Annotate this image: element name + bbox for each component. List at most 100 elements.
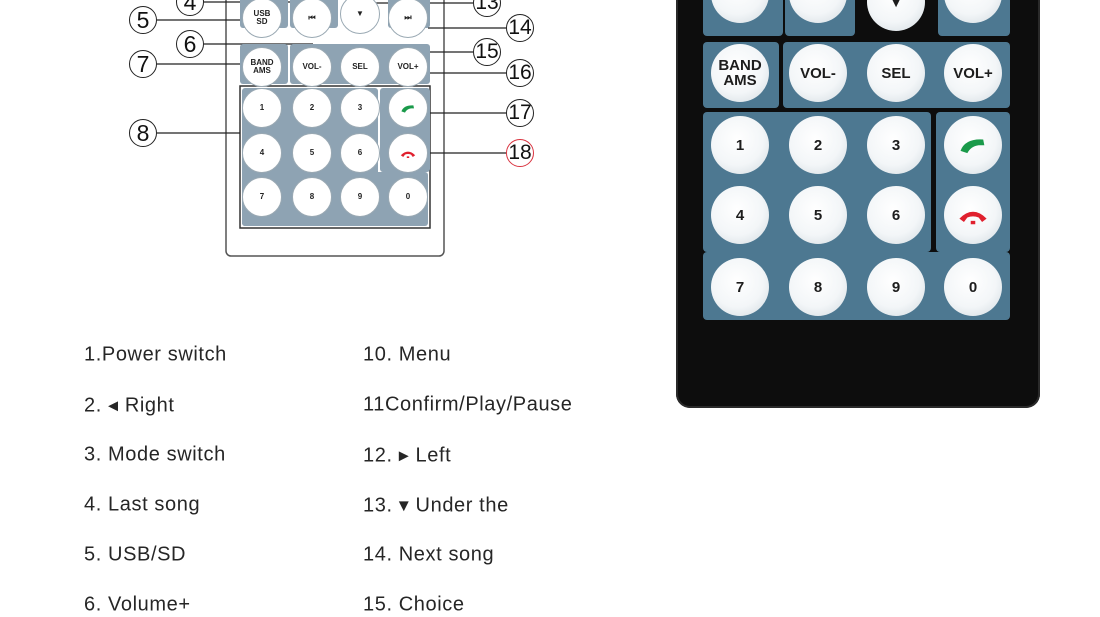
legend-item: 11Confirm/Play/Pause	[363, 393, 573, 416]
button-label: 3	[357, 103, 363, 112]
diagram-button-6[interactable]: SEL	[340, 47, 380, 87]
button-label: 7	[136, 50, 150, 77]
line-diagram-remote: USB SD ⏮ ▼ ⏭ BAND AMS VOL- SEL VOL+ 1 2 3 4 5 6 7 8 9 0 4 5…	[0, 0, 600, 270]
diagram-key-7[interactable]: 7	[242, 177, 282, 217]
legend-item: 12. ▸ Left	[363, 444, 452, 467]
diagram-key-3[interactable]: 3	[340, 88, 380, 128]
key-3[interactable]: 3	[867, 116, 925, 174]
diagram-key-5[interactable]: 5	[292, 133, 332, 173]
button-label: 2	[813, 136, 823, 154]
diagram-key-4[interactable]: 4	[242, 133, 282, 173]
button-label: 0	[405, 192, 411, 201]
button-label: 5	[813, 206, 823, 224]
diagram-button-4[interactable]: BAND AMS	[242, 47, 282, 87]
button-label: 8	[136, 119, 150, 146]
button-label: 18	[508, 141, 532, 164]
button-label: 14	[508, 16, 532, 39]
button-label: 7	[259, 192, 265, 201]
button-label: 7	[735, 278, 745, 296]
button-label: 5	[136, 6, 150, 33]
button-label: 1	[735, 136, 745, 154]
callout-8: 8	[129, 119, 157, 147]
button-label: ⏮	[308, 13, 316, 22]
legend-item: 3. Mode switch	[84, 443, 226, 466]
button-label: 1	[259, 103, 265, 112]
button-label: SEL	[881, 64, 911, 82]
button-label: 6	[357, 148, 363, 157]
callout-7: 7	[129, 50, 157, 78]
button-2[interactable]: ▼	[867, 0, 925, 31]
diagram-key-2[interactable]: 2	[292, 88, 332, 128]
button-label: 17	[508, 101, 532, 124]
key-2[interactable]: 2	[789, 116, 847, 174]
button-label: BAND AMS	[718, 57, 762, 89]
key-7[interactable]: 7	[711, 258, 769, 316]
legend-item: 13. ▾ Under the	[363, 494, 509, 517]
callout-6: 6	[176, 30, 204, 58]
callout-17: 17	[506, 99, 534, 127]
diagram-key-1[interactable]: 1	[242, 88, 282, 128]
callout-13: 13	[473, 0, 501, 17]
button-label: VOL-	[302, 62, 322, 71]
legend-item: 2. ◂ Right	[84, 394, 175, 417]
diagram-button-7[interactable]: VOL+	[388, 47, 428, 87]
diagram-key-hangup[interactable]	[388, 133, 428, 173]
button-6[interactable]: SEL	[867, 44, 925, 102]
button-label: ⏭	[966, 0, 980, 2]
button-label: 8	[309, 192, 315, 201]
key-4[interactable]: 4	[711, 186, 769, 244]
button-label: 9	[357, 192, 363, 201]
button-label: 6	[891, 206, 901, 224]
legend-item: 15. Choice	[363, 593, 465, 616]
legend-item: 5. USB/SD	[84, 543, 187, 566]
button-label: VOL-	[800, 64, 836, 82]
callout-5: 5	[129, 6, 157, 34]
button-label: USB SD	[253, 9, 271, 26]
legend-item: 6. Volume+	[84, 593, 191, 616]
button-label: 0	[968, 278, 978, 296]
button-label: 3	[891, 136, 901, 154]
diagram-key-0[interactable]: 0	[388, 177, 428, 217]
key-5[interactable]: 5	[789, 186, 847, 244]
diagram-key-8[interactable]: 8	[292, 177, 332, 217]
button-7[interactable]: VOL+	[944, 44, 1002, 102]
legend-item: 10. Menu	[363, 343, 452, 366]
button-label: 9	[891, 278, 901, 296]
legend-item: 1.Power switch	[84, 343, 227, 366]
button-label: ⏮	[811, 0, 825, 2]
diagram-button-5[interactable]: VOL-	[292, 47, 332, 87]
callout-16: 16	[506, 59, 534, 87]
button-label: ▼	[888, 0, 904, 11]
key-hangup[interactable]	[944, 186, 1002, 244]
legend-item: 14. Next song	[363, 543, 495, 566]
button-5[interactable]: VOL-	[789, 44, 847, 102]
button-label: SEL	[352, 62, 368, 71]
diagram-key-call[interactable]	[388, 88, 428, 128]
callout-15: 15	[473, 38, 501, 66]
key-6[interactable]: 6	[867, 186, 925, 244]
button-label: VOL+	[397, 62, 419, 71]
button-label: 13	[475, 0, 499, 14]
button-label: VOL+	[953, 64, 993, 82]
diagram-key-6[interactable]: 6	[340, 133, 380, 173]
diagram-key-9[interactable]: 9	[340, 177, 380, 217]
button-4[interactable]: BAND AMS	[711, 44, 769, 102]
key-call[interactable]	[944, 116, 1002, 174]
button-label: 4	[259, 148, 265, 157]
key-1[interactable]: 1	[711, 116, 769, 174]
button-label: 4	[183, 0, 197, 15]
button-label: ⏭	[404, 13, 412, 22]
button-label: ▼	[356, 9, 364, 18]
button-label: SD	[730, 0, 751, 2]
button-label: 6	[183, 30, 197, 57]
key-9[interactable]: 9	[867, 258, 925, 316]
legend-item: 4. Last song	[84, 493, 201, 516]
key-8[interactable]: 8	[789, 258, 847, 316]
button-label: 16	[508, 61, 532, 84]
key-0[interactable]: 0	[944, 258, 1002, 316]
callout-14: 14	[506, 14, 534, 42]
button-label: 2	[309, 103, 315, 112]
button-label: 15	[475, 40, 499, 63]
button-label: 5	[309, 148, 315, 157]
photo-remote: SD ⏮ ▼ ⏭ BAND AMS VOL- SEL VOL+ 1 2 3 4 5 6 7 8 9 0	[676, 0, 1040, 408]
